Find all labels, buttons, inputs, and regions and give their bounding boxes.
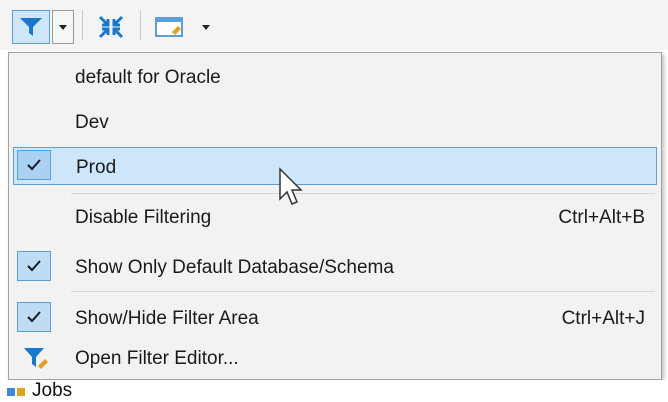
menu-item-open-filter-editor[interactable]: Open Filter Editor... xyxy=(13,339,657,377)
shortcut-label: Ctrl+Alt+B xyxy=(558,207,645,228)
menu-item-label: Dev xyxy=(75,112,109,133)
dropdown-arrow-icon xyxy=(59,24,67,30)
window-dropdown-button[interactable] xyxy=(196,10,216,44)
new-window-button[interactable] xyxy=(150,10,190,44)
collapse-all-button[interactable] xyxy=(92,10,130,44)
menu-item-show-hide-filter-area[interactable]: Show/Hide Filter Area Ctrl+Alt+J xyxy=(13,299,657,337)
menu-item-disable-filtering[interactable]: Disable Filtering Ctrl+Alt+B xyxy=(13,198,657,236)
menu-separator xyxy=(71,291,655,292)
check-icon xyxy=(17,302,51,332)
toolbar-separator xyxy=(82,10,83,40)
menu-item-label: Disable Filtering xyxy=(75,207,212,228)
filter-icon xyxy=(20,18,42,36)
jobs-icon xyxy=(7,388,25,396)
menu-item-label: default for Oracle xyxy=(75,67,221,88)
filter-editor-icon xyxy=(24,348,48,369)
filter-button[interactable] xyxy=(12,10,50,44)
menu-separator xyxy=(71,193,655,194)
dropdown-arrow-icon xyxy=(202,24,210,30)
check-icon xyxy=(17,251,51,281)
menu-item-label: Show Only Default Database/Schema xyxy=(75,257,394,278)
toolbar-separator xyxy=(140,10,141,40)
tree-partial: Jobs xyxy=(0,380,668,401)
filter-dropdown-menu: default for Oracle Dev Prod Disable Filt… xyxy=(8,52,662,380)
filter-dropdown-button[interactable] xyxy=(52,10,74,44)
menu-item-label: Prod xyxy=(76,157,117,178)
shortcut-label: Ctrl+Alt+J xyxy=(561,308,645,329)
tree-item-jobs[interactable]: Jobs xyxy=(32,380,72,402)
menu-item-show-only-default-schema[interactable]: Show Only Default Database/Schema xyxy=(13,248,657,286)
mouse-cursor-icon xyxy=(279,167,303,205)
menu-item-default-for-oracle[interactable]: default for Oracle xyxy=(13,58,657,96)
menu-item-dev[interactable]: Dev xyxy=(13,103,657,141)
check-icon xyxy=(17,150,51,180)
new-window-icon xyxy=(155,17,183,37)
toolbar xyxy=(0,0,668,50)
collapse-tree-icon xyxy=(98,15,124,39)
menu-item-prod[interactable]: Prod xyxy=(13,147,657,185)
menu-item-label: Open Filter Editor... xyxy=(75,348,239,369)
menu-item-label: Show/Hide Filter Area xyxy=(75,308,259,329)
